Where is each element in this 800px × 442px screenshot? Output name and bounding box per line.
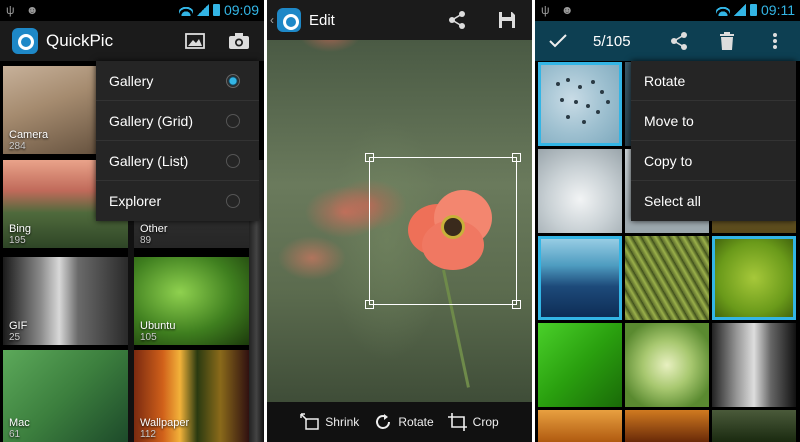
thumbnail[interactable]	[538, 62, 622, 146]
tool-label: Shrink	[325, 415, 360, 429]
album-tile[interactable]: Wallpaper 112	[134, 350, 249, 442]
album-tile[interactable]: Ubuntu 105	[134, 257, 249, 345]
crop-handle[interactable]	[365, 153, 374, 162]
action-bar: ‹ Edit	[267, 0, 532, 40]
album-tile[interactable]: Mac 61	[3, 350, 128, 442]
radio-unselected[interactable]	[226, 154, 240, 168]
clock: 09:09	[223, 2, 259, 18]
album-tile[interactable]: GIF 25	[3, 257, 128, 345]
save-icon[interactable]	[496, 9, 518, 31]
back-icon[interactable]: ‹	[270, 13, 274, 27]
thumbnail[interactable]	[625, 236, 709, 320]
crop-handle[interactable]	[365, 300, 374, 309]
selection-context-menu: Rotate Move to Copy to Select all	[631, 61, 796, 221]
gallery-screen: ψ ☻ 09:09 QuickPic Camera 284 Bing 195 O…	[0, 0, 264, 442]
app-logo-icon[interactable]	[12, 28, 38, 54]
thumbnail[interactable]	[712, 323, 796, 407]
menu-item-label: Gallery (List)	[109, 152, 189, 169]
thumbnail[interactable]	[538, 323, 622, 407]
menu-item-rotate[interactable]: Rotate	[631, 61, 796, 101]
menu-item-gallery[interactable]: Gallery	[96, 61, 259, 101]
menu-item-label: Gallery (Grid)	[109, 112, 194, 129]
album-name: Camera	[9, 129, 49, 141]
album-name: Other	[140, 223, 168, 235]
share-icon[interactable]	[446, 9, 468, 31]
radio-unselected[interactable]	[226, 194, 240, 208]
checkmark-icon[interactable]	[547, 30, 569, 52]
trash-icon[interactable]	[716, 30, 738, 52]
menu-item-select-all[interactable]: Select all	[631, 181, 796, 221]
radio-unselected[interactable]	[226, 114, 240, 128]
app-logo-icon[interactable]	[277, 8, 301, 32]
album-count: 105	[140, 332, 157, 343]
album-name: Bing	[9, 223, 32, 235]
menu-item-gallery-grid[interactable]: Gallery (Grid)	[96, 101, 259, 141]
signal-icon	[734, 4, 746, 16]
status-bar: ψ ☻ 09:11	[535, 0, 800, 21]
menu-item-label: Gallery	[109, 72, 154, 89]
thumbnail[interactable]	[712, 410, 796, 442]
menu-item-gallery-list[interactable]: Gallery (List)	[96, 141, 259, 181]
shrink-button[interactable]: Shrink	[300, 413, 359, 431]
image-icon[interactable]	[184, 30, 206, 52]
album-count: 25	[9, 332, 21, 343]
rotate-icon	[373, 413, 393, 431]
album-count: 284	[9, 141, 26, 152]
radio-selected[interactable]	[226, 74, 240, 88]
clock: 09:11	[761, 2, 795, 18]
app-title: QuickPic	[46, 31, 114, 50]
album-count: 112	[140, 429, 156, 440]
thumbnail[interactable]	[625, 410, 709, 442]
selection-count: 5/105	[593, 32, 631, 50]
screen-title: Edit	[309, 11, 335, 29]
menu-item-explorer[interactable]: Explorer	[96, 181, 259, 221]
usb-icon: ψ ☻	[6, 3, 43, 17]
thumbnail[interactable]	[538, 236, 622, 320]
wifi-icon	[716, 4, 730, 16]
crop-handle[interactable]	[512, 300, 521, 309]
album-name: GIF	[9, 320, 28, 332]
camera-icon[interactable]	[228, 30, 250, 52]
edit-screen: ‹ Edit Shrink Rotate Crop	[267, 0, 532, 442]
battery-icon	[750, 4, 757, 16]
menu-item-move-to[interactable]: Move to	[631, 101, 796, 141]
tool-label: Rotate	[398, 415, 434, 429]
album-name: Mac	[9, 417, 30, 429]
thumbnail[interactable]	[625, 323, 709, 407]
usb-icon: ψ ☻	[541, 3, 578, 17]
shrink-icon	[300, 413, 320, 431]
photo-canvas[interactable]	[267, 40, 532, 402]
battery-icon	[212, 4, 220, 16]
share-icon[interactable]	[668, 30, 690, 52]
menu-item-copy-to[interactable]: Copy to	[631, 141, 796, 181]
album-count: 61	[9, 429, 21, 440]
thumbnail[interactable]	[538, 149, 622, 233]
crop-icon	[447, 413, 468, 431]
menu-item-label: Explorer	[109, 193, 162, 209]
action-bar: QuickPic	[0, 21, 264, 61]
overflow-menu-icon[interactable]	[764, 30, 786, 52]
crop-button[interactable]: Crop	[447, 413, 499, 431]
status-bar: ψ ☻ 09:09	[0, 0, 264, 21]
wifi-icon	[178, 4, 193, 16]
thumbnail[interactable]	[712, 236, 796, 320]
album-name: Wallpaper	[140, 417, 190, 429]
edit-toolbar: Shrink Rotate Crop	[267, 402, 532, 442]
album-count: 195	[9, 235, 26, 246]
thumbnail[interactable]	[538, 410, 622, 442]
album-count: 89	[140, 235, 152, 246]
selection-screen: ψ ☻ 09:11 5/105 Rotate Move to Copy to S…	[535, 0, 800, 442]
rotate-button[interactable]: Rotate	[373, 413, 434, 431]
tool-label: Crop	[472, 415, 499, 429]
selection-action-bar: 5/105	[535, 21, 800, 61]
crop-handle[interactable]	[512, 153, 521, 162]
signal-icon	[196, 4, 209, 16]
album-name: Ubuntu	[140, 320, 176, 332]
view-mode-menu: Gallery Gallery (Grid) Gallery (List) Ex…	[96, 61, 259, 221]
crop-frame[interactable]	[365, 153, 521, 309]
